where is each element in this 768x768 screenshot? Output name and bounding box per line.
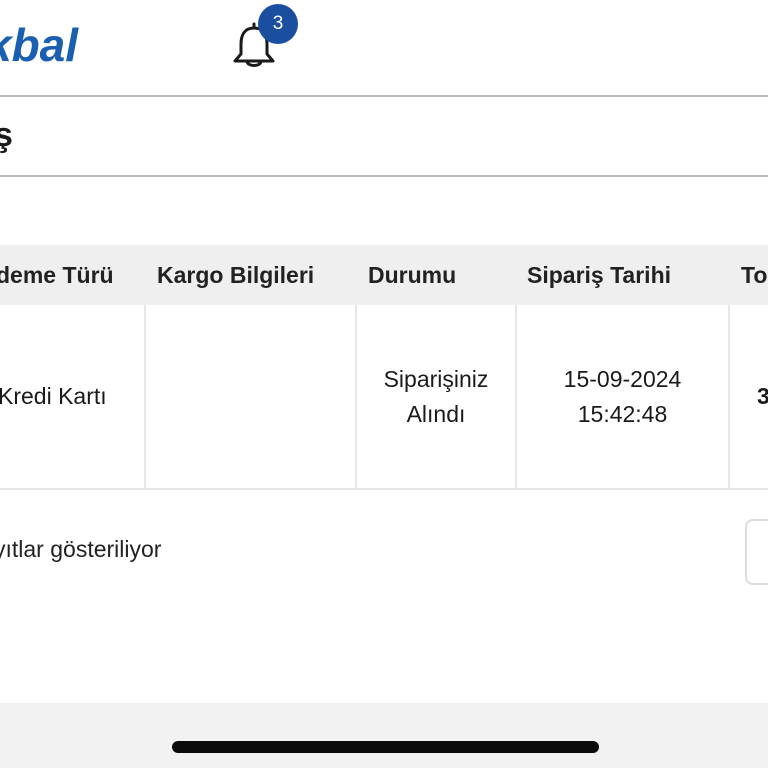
table-row[interactable]: Kredi Kartı Siparişiniz Alındı 15-09-202… <box>0 305 768 490</box>
records-info-text: yıtlar gösteriliyor <box>0 536 162 562</box>
order-date-value: 15-09-2024 <box>563 365 682 392</box>
column-header-payment-type[interactable]: deme Türü <box>0 245 114 305</box>
cell-order-date: 15-09-2024 15:42:48 <box>517 305 728 488</box>
header-divider <box>0 95 768 97</box>
status-value-line1: Siparişiniz <box>383 365 489 392</box>
column-header-total[interactable]: To <box>741 245 767 305</box>
bottom-bar <box>0 703 768 768</box>
total-value: 3 <box>757 383 768 409</box>
column-header-status[interactable]: Durumu <box>368 245 456 305</box>
column-header-order-date[interactable]: Sipariş Tarihi <box>527 245 671 305</box>
status-value-line2: Alındı <box>406 400 466 427</box>
payment-type-value: Kredi Kartı <box>0 383 107 409</box>
order-history-page: kbal 3 ş deme Türü Kargo Bilgileri Durum… <box>0 0 768 768</box>
home-indicator[interactable] <box>172 741 599 753</box>
notification-count-badge[interactable]: 3 <box>258 4 298 44</box>
order-time-value: 15:42:48 <box>577 400 668 427</box>
page-title: ş <box>0 116 13 154</box>
cell-total: 3 <box>757 305 768 488</box>
cell-cargo-info <box>146 305 355 488</box>
brand-logo[interactable]: kbal <box>0 22 78 68</box>
column-header-cargo-info[interactable]: Kargo Bilgileri <box>157 245 314 305</box>
orders-table-header: deme Türü Kargo Bilgileri Durumu Sipariş… <box>0 245 768 305</box>
title-divider <box>0 175 768 177</box>
cell-status: Siparişiniz Alındı <box>357 305 515 488</box>
column-divider <box>728 305 730 488</box>
cell-payment-type: Kredi Kartı <box>0 305 144 488</box>
pagination-control[interactable] <box>745 519 768 585</box>
